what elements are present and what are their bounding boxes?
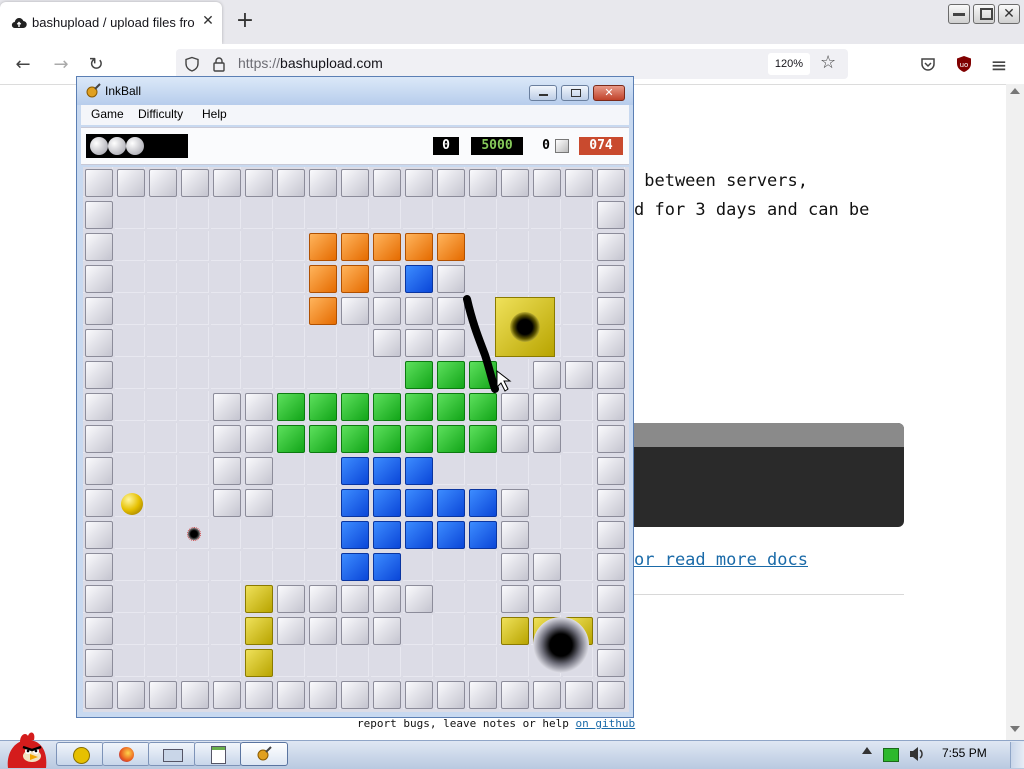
lock-icon[interactable] [212,56,226,72]
docs-link[interactable]: or read more docs [634,550,808,570]
taskbar-network-button[interactable] [148,742,196,766]
ink-stroke [463,295,499,393]
address-bar[interactable]: https://bashupload.com 120% ☆ [176,49,848,79]
taskbar-clock[interactable]: 7:55 PM [942,746,987,760]
forward-arrow-icon[interactable]: → [50,54,72,76]
footer-text: report bugs, leave notes or help on gith… [357,717,636,730]
zoom-level-badge[interactable]: 120% [768,53,810,75]
svg-text:uo: uo [960,61,969,69]
close-tab-icon[interactable]: ✕ [200,13,216,31]
tab-title: bashupload / upload files fro [32,15,195,30]
reload-icon[interactable]: ↻ [85,54,107,76]
show-desktop-button[interactable] [1010,742,1024,768]
code-block-header [634,423,904,447]
minimize-browser-button[interactable] [948,4,970,24]
page-text-line-2: d for 3 days and can be [634,200,870,220]
close-browser-button[interactable]: ✕ [998,4,1020,24]
back-arrow-icon[interactable]: ← [12,54,34,76]
taskbar-inkball-button[interactable] [240,742,288,766]
browser-tab-bar: bashupload / upload files fro ✕ + ✕ [0,0,1024,44]
mouse-cursor-icon [496,369,512,392]
notepad-icon [211,746,226,764]
page-scrollbar[interactable] [1006,84,1024,740]
taskbar-notepad-button[interactable] [194,742,242,766]
pocket-icon[interactable] [920,56,936,72]
firefox-icon [119,747,134,762]
inkball-icon [257,746,272,761]
inkball-window[interactable]: InkBall ✕ Game Difficulty Help 0 5000 0 … [76,76,634,718]
github-link[interactable]: on github [576,717,636,730]
battery-icon[interactable] [883,748,899,762]
bookmark-star-icon[interactable]: ☆ [820,52,836,73]
explorer-icon [73,747,90,764]
network-icon [163,749,183,762]
active-tab[interactable]: bashupload / upload files fro ✕ [0,2,222,44]
taskbar-firefox-button[interactable] [102,742,150,766]
url-text[interactable]: https://bashupload.com [238,55,383,71]
ublock-origin-icon[interactable]: uo [955,55,973,73]
page-divider [634,594,904,595]
board-overlay [463,295,512,393]
shield-icon[interactable] [184,56,200,72]
page-text-line-1: between servers, [634,171,808,191]
cloud-upload-icon [11,18,27,29]
scroll-up-arrow-icon[interactable] [1010,88,1020,94]
new-tab-button[interactable]: + [232,8,258,34]
scroll-down-arrow-icon[interactable] [1010,726,1020,732]
show-hidden-icons-icon[interactable] [862,747,872,754]
start-button-angry-bird-icon[interactable] [2,730,50,768]
volume-icon[interactable] [908,746,926,762]
restore-browser-button[interactable] [973,4,995,24]
hamburger-menu-icon[interactable]: ≡ [988,54,1010,76]
code-block [634,423,904,527]
taskbar-explorer-button[interactable] [56,742,104,766]
